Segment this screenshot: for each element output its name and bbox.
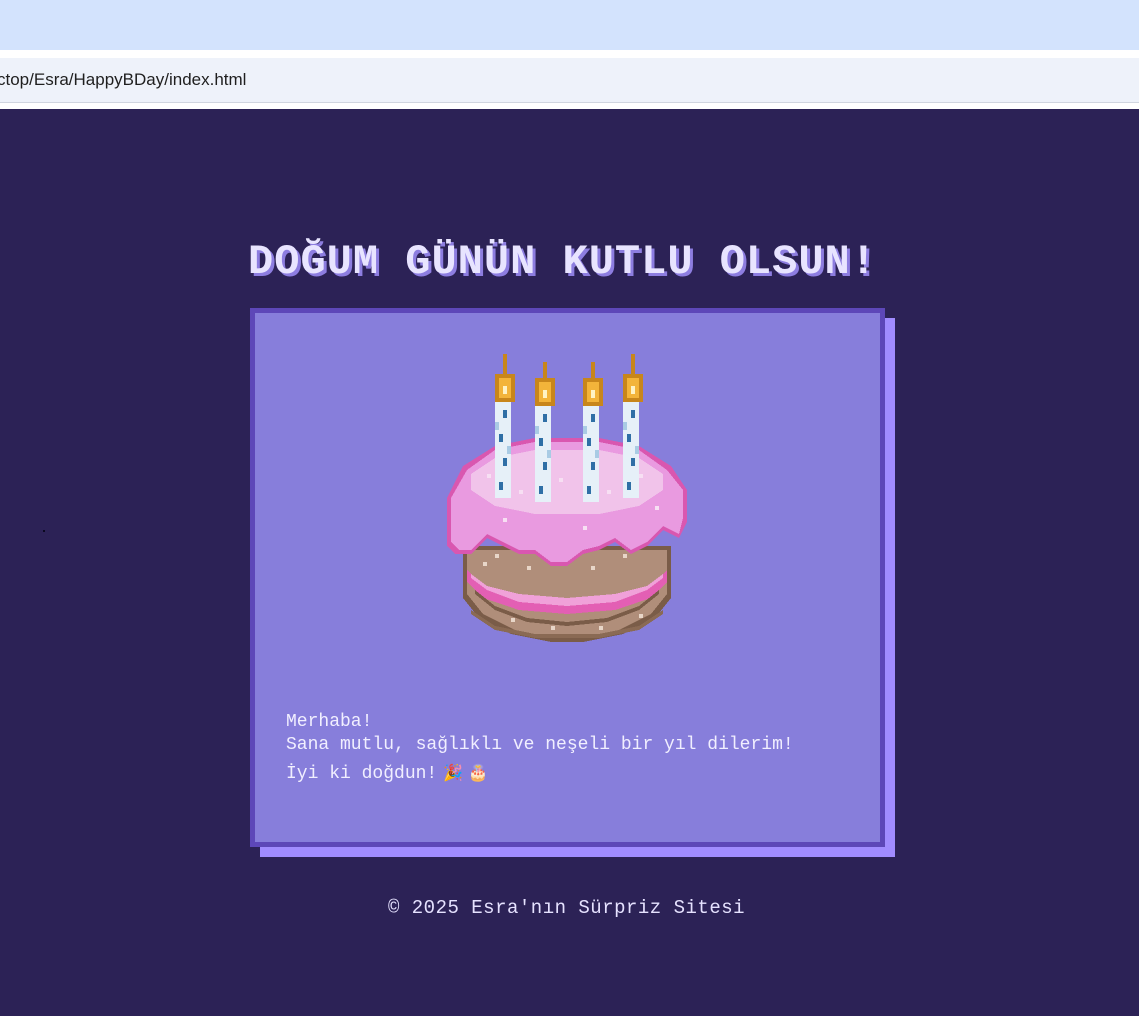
message-wish: Sana mutlu, sağlıklı ve neşeli bir yıl d…: [286, 735, 794, 755]
message-closing-line: İyi ki doğdun! 🎉 🎂: [286, 761, 846, 786]
page-footer: © 2025 Esra'nın Sürpriz Sitesi: [387, 897, 746, 919]
message-greeting: Merhaba!: [286, 712, 373, 732]
birthday-message: Merhaba! Sana mutlu, sağlıklı ve neşeli …: [286, 711, 846, 786]
message-closing: İyi ki doğdun!: [286, 764, 438, 784]
birthday-card: Merhaba! Sana mutlu, sağlıklı ve neşeli …: [250, 308, 885, 847]
stray-pixel: [43, 530, 45, 532]
party-cake-emoji-icon: 🎉 🎂: [443, 763, 489, 782]
address-bar[interactable]: ctop/Esra/HappyBDay/index.html: [0, 58, 1139, 103]
browser-toolbar-gap: [0, 50, 1139, 58]
birthday-cake-icon: [447, 354, 687, 642]
browser-tab-strip: [0, 0, 1139, 50]
address-bar-url[interactable]: ctop/Esra/HappyBDay/index.html: [0, 70, 246, 90]
page-title: DOĞUM GÜNÜN KUTLU OLSUN!: [248, 238, 877, 286]
